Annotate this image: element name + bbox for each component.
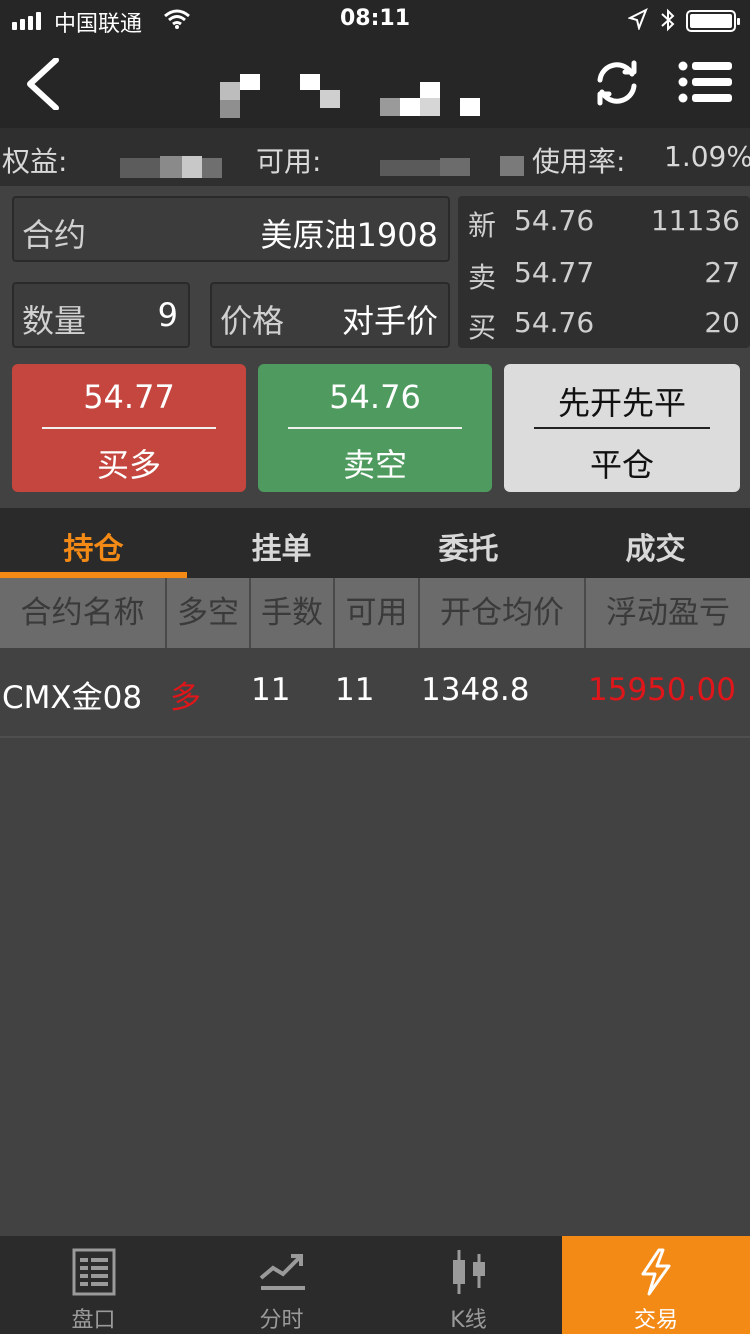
column-header-pnl: 浮动盈亏 [606,595,730,631]
buy-price: 54.77 [83,378,175,416]
column-header-avg-price: 开仓均价 [420,578,586,648]
bottom-nav-label: K线 [450,1308,487,1333]
intraday-chart-icon [259,1254,305,1290]
lightning-icon [641,1248,671,1296]
tab-orders[interactable]: 委托 [375,524,562,568]
available-label: 可用: [256,145,322,178]
order-book-icon [72,1248,115,1296]
account-summary-row [0,128,750,186]
contract-label: 合约 [22,216,87,254]
quote-label: 新 [468,209,497,242]
quantity-label: 数量 [22,302,87,340]
list-menu-icon[interactable] [678,60,732,104]
cell-contract: CMX金08 [2,680,143,716]
price-value: 对手价 [341,302,438,340]
buy-long-button[interactable]: 54.77 买多 [12,364,246,492]
quote-label: 买 [468,311,497,344]
column-header-direction: 多空 [167,578,251,648]
sell-short-button[interactable]: 54.76 卖空 [258,364,492,492]
bottom-nav-trade[interactable]: 交易 [562,1236,750,1334]
quote-volume: 27 [704,256,740,289]
tab-pending-orders[interactable]: 挂单 [188,524,375,568]
cell-avg-price: 1348.8 [421,672,530,708]
quote-volume: 20 [704,306,740,339]
contract-field[interactable]: 合约 美原油1908 [12,196,450,262]
bottom-nav-label: 交易 [633,1308,678,1333]
column-header-contract: 合约名称 [0,578,167,648]
bluetooth-icon [661,8,675,32]
tab-positions[interactable]: 持仓 [0,524,187,568]
cell-available: 11 [335,672,375,708]
equity-label: 权益: [2,145,68,178]
equity-value-redacted [120,150,230,180]
quote-price: 54.77 [514,256,595,289]
tab-trades[interactable]: 成交 [562,524,749,568]
column-header-lots: 手数 [251,578,335,648]
quantity-value: 9 [157,296,178,334]
usage-rate-value: 1.09% [664,140,750,173]
battery-icon [686,10,740,32]
title-redacted-mosaic [180,74,490,122]
sell-price: 54.76 [329,378,421,416]
close-position-button[interactable]: 先开先平 平仓 [504,364,740,492]
bottom-nav-label: 盘口 [71,1308,116,1333]
quote-price: 54.76 [514,306,595,339]
available-value-redacted [380,150,530,180]
refresh-icon[interactable] [592,58,642,108]
bottom-nav-label: 分时 [259,1308,304,1333]
quote-label: 卖 [468,261,497,294]
button-divider [42,427,216,429]
cell-direction: 多 [170,680,201,716]
cell-lots: 11 [251,672,291,708]
button-divider [288,427,462,429]
quote-price: 54.76 [514,204,595,237]
price-label: 价格 [220,302,285,340]
close-mode: 先开先平 [557,384,686,422]
close-label: 平仓 [589,446,654,484]
candlestick-icon [452,1250,485,1294]
column-header-available: 可用 [335,578,420,648]
usage-rate-label: 使用率: [532,145,626,178]
bottom-nav-intraday[interactable]: 分时 [188,1236,375,1334]
price-field[interactable]: 价格 对手价 [210,282,450,348]
sell-label: 卖空 [342,446,407,484]
location-arrow-icon [628,8,648,30]
bottom-nav-kline[interactable]: K线 [375,1236,562,1334]
button-divider [534,427,710,429]
chevron-left-icon[interactable] [22,58,62,110]
quantity-field[interactable]: 数量 9 [12,282,190,348]
contract-value: 美原油1908 [260,216,438,254]
buy-label: 买多 [96,446,161,484]
cell-pnl: 15950.00 [588,672,736,708]
quote-volume: 11136 [650,204,740,237]
bottom-nav-order-book[interactable]: 盘口 [0,1236,187,1334]
